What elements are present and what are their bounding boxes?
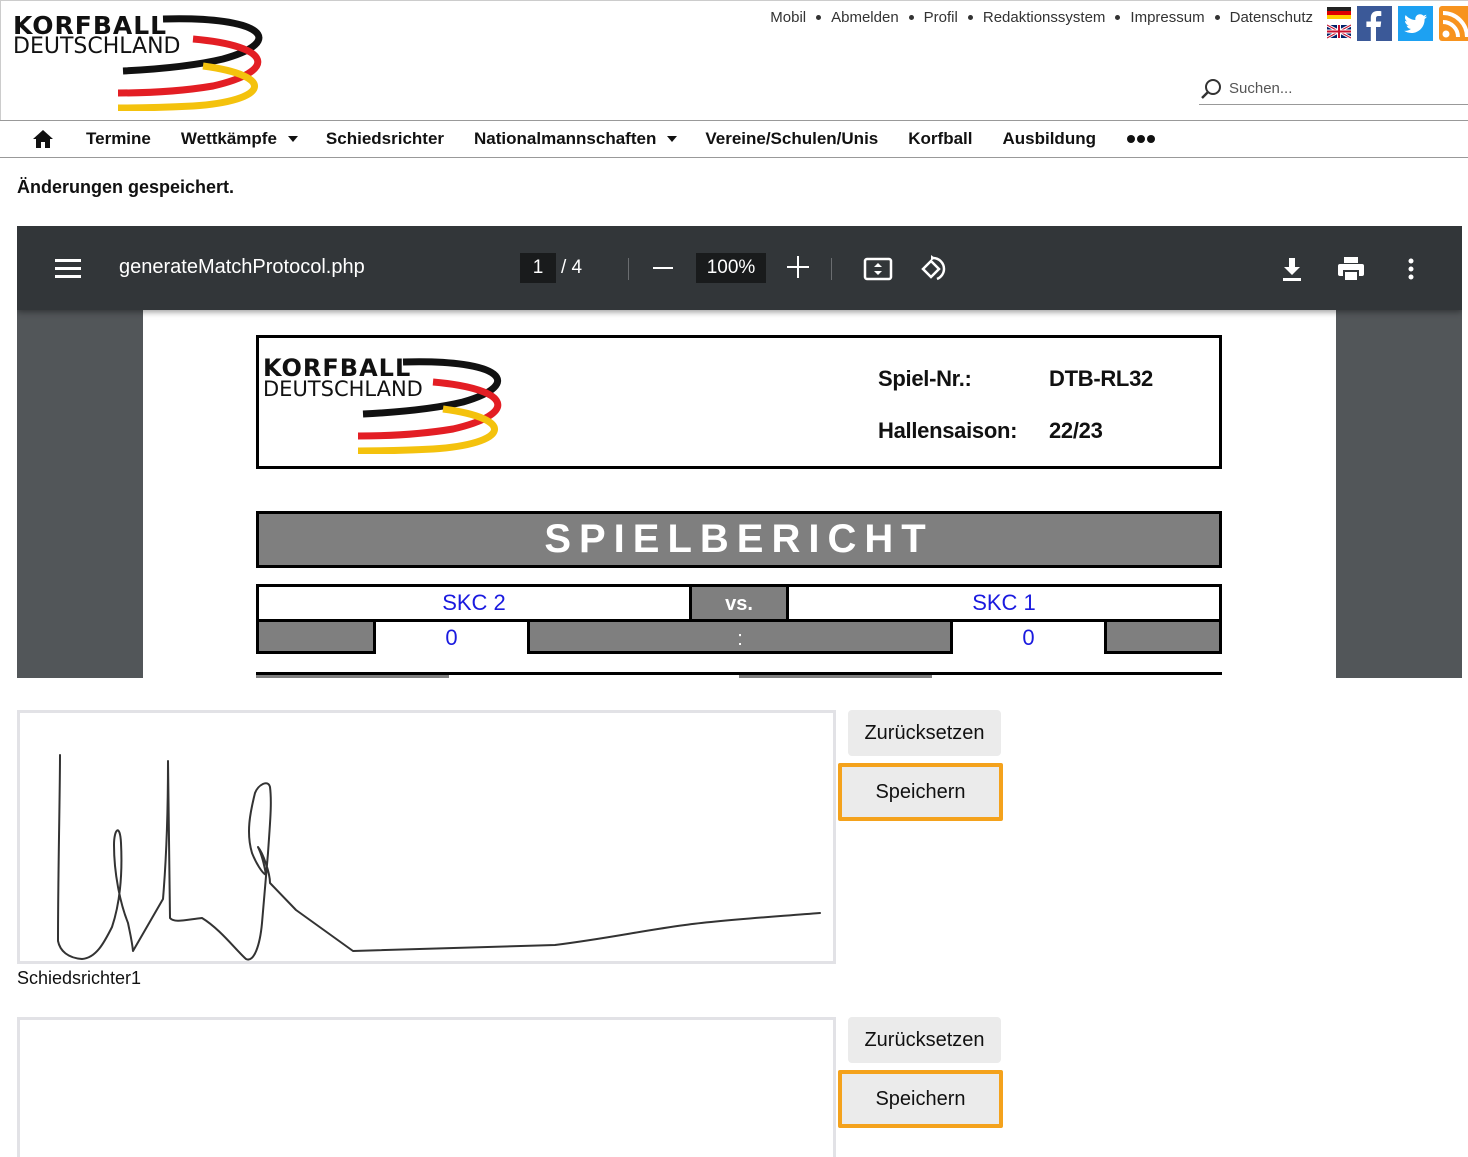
game-number-value: DTB-RL32	[1049, 366, 1153, 391]
topnav-link-redaktionssystem[interactable]: Redaktionssystem	[983, 9, 1106, 26]
nav-item-korfball[interactable]: Korfball	[908, 129, 972, 149]
toolbar-divider	[628, 258, 629, 280]
table-line	[786, 587, 789, 619]
table-line	[527, 622, 530, 654]
pdf-viewer[interactable]: generateMatchProtocol.php 1 / 4 100% KOR…	[17, 226, 1462, 678]
fit-page-icon[interactable]	[863, 254, 893, 284]
logo-text-deutschland: DEUTSCHLAND	[263, 377, 423, 401]
home-score: 0	[376, 622, 527, 654]
nav-item-label: Ausbildung	[1002, 129, 1096, 148]
topnav-link-profil[interactable]: Profil	[924, 9, 958, 26]
table-line	[950, 622, 953, 654]
zoom-in-icon[interactable]	[787, 256, 809, 278]
document-header-box: KORFBALL DEUTSCHLAND Spiel-Nr.: DTB-RL32…	[256, 335, 1222, 469]
pdf-filename: generateMatchProtocol.php	[119, 256, 365, 278]
nav-item-wettkaempfe[interactable]: Wettkämpfe	[180, 129, 298, 149]
topnav-link-datenschutz[interactable]: Datenschutz	[1230, 9, 1313, 26]
language-flags	[1327, 7, 1351, 39]
more-dots-icon[interactable]	[1126, 134, 1156, 144]
separator-dot	[816, 15, 822, 20]
german-flag-icon[interactable]	[1327, 7, 1351, 39]
nav-item-label: Nationalmannschaften	[474, 129, 657, 148]
document-title: SPIELBERICHT	[256, 511, 1222, 568]
reset-button-1[interactable]: Zurücksetzen	[848, 710, 1001, 756]
vs-label: vs.	[725, 593, 753, 615]
nav-item-label: Schiedsrichter	[325, 129, 445, 148]
twitter-icon[interactable]	[1398, 6, 1433, 41]
zoom-level-input[interactable]: 100%	[696, 253, 766, 283]
table-line	[1104, 622, 1107, 654]
nav-item-label: Wettkämpfe	[180, 129, 277, 148]
signature-caption: Schiedsrichter1	[17, 968, 142, 988]
nav-item-label: Vereine/Schulen/Unis	[705, 129, 879, 148]
toolbar-divider	[831, 258, 832, 280]
page-count: / 4	[561, 257, 583, 278]
signature-pad-2[interactable]	[17, 1017, 836, 1157]
nav-item-label: Korfball	[908, 129, 973, 148]
table-line	[259, 619, 1219, 622]
nav-item-ausbildung[interactable]: Ausbildung	[1002, 129, 1095, 149]
reset-button-2[interactable]: Zurücksetzen	[848, 1017, 1001, 1063]
game-number-label: Spiel-Nr.:	[878, 366, 972, 391]
print-icon[interactable]	[1336, 254, 1366, 284]
status-message: Änderungen gespeichert.	[17, 177, 235, 197]
season-label: Hallensaison:	[878, 418, 1018, 443]
separator-dot	[967, 15, 973, 20]
next-table-cell	[256, 675, 449, 678]
rotate-icon[interactable]	[917, 254, 947, 284]
nav-item-schiedsrichter[interactable]: Schiedsrichter	[326, 129, 444, 149]
rss-icon[interactable]	[1439, 6, 1468, 41]
menu-icon[interactable]	[55, 259, 81, 279]
topnav-link-mobil[interactable]: Mobil	[770, 9, 806, 26]
signature-drawing	[57, 754, 821, 961]
main-navigation: Termine Wettkämpfe Schiedsrichter Nation…	[0, 120, 1468, 158]
pdf-toolbar: generateMatchProtocol.php 1 / 4 100%	[17, 226, 1462, 310]
more-options-icon[interactable]	[1396, 254, 1426, 284]
site-logo[interactable]: KORFBALL DEUTSCHLAND	[13, 11, 273, 111]
pdf-page: KORFBALL DEUTSCHLAND Spiel-Nr.: DTB-RL32…	[143, 310, 1336, 678]
next-table-cell	[739, 675, 932, 678]
nav-item-label: Termine	[86, 129, 151, 148]
zoom-out-icon[interactable]	[653, 267, 673, 269]
nav-item-termine[interactable]: Termine	[86, 129, 151, 149]
nav-item-nationalmannschaften[interactable]: Nationalmannschaften	[474, 129, 678, 149]
page-number-input[interactable]: 1	[520, 253, 556, 283]
logo-text-deutschland: DEUTSCHLAND	[13, 34, 181, 59]
away-score: 0	[953, 622, 1104, 654]
away-team-link[interactable]: SKC 1	[789, 587, 1219, 619]
facebook-icon[interactable]	[1357, 6, 1392, 41]
home-icon[interactable]	[32, 129, 54, 149]
season-value: 22/23	[1049, 418, 1103, 443]
topnav-link-abmelden[interactable]: Abmelden	[831, 9, 899, 26]
signature-pad-1[interactable]	[17, 710, 836, 964]
caret-down-icon	[287, 136, 298, 142]
save-button-1[interactable]: Speichern	[838, 763, 1003, 821]
search-icon[interactable]	[1199, 77, 1223, 101]
save-button-2[interactable]: Speichern	[838, 1070, 1003, 1128]
home-team-link[interactable]: SKC 2	[259, 587, 689, 619]
table-line	[689, 587, 692, 619]
separator-dot	[908, 15, 914, 20]
search-bar	[1199, 73, 1468, 105]
document-logo: KORFBALL DEUTSCHLAND	[263, 354, 513, 454]
search-input[interactable]	[1229, 80, 1459, 97]
score-separator: :	[737, 628, 743, 650]
table-line	[373, 622, 376, 654]
separator-dot	[1214, 15, 1220, 20]
download-icon[interactable]	[1277, 254, 1307, 284]
nav-item-vereine[interactable]: Vereine/Schulen/Unis	[705, 129, 878, 149]
topnav-link-impressum[interactable]: Impressum	[1130, 9, 1204, 26]
site-header: KORFBALL DEUTSCHLAND Mobil Abmelden Prof…	[0, 0, 1468, 120]
top-navigation: Mobil Abmelden Profil Redaktionssystem I…	[770, 9, 1313, 26]
caret-down-icon	[667, 136, 678, 142]
separator-dot	[1115, 15, 1121, 20]
teams-table: SKC 2 vs. SKC 1 0 : 0	[256, 584, 1222, 654]
